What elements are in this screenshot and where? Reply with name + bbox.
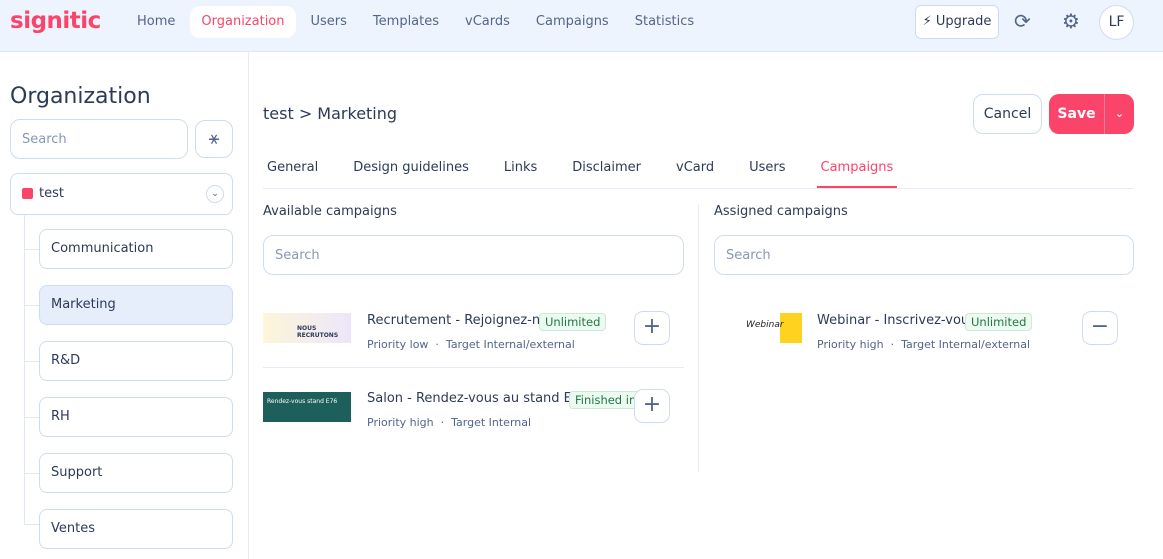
campaign-thumbnail: Rendez-vous stand E76 — [263, 392, 351, 422]
tree-item-marketing[interactable]: Marketing — [39, 285, 233, 325]
campaign-meta: Priority high · Target Internal/external — [817, 338, 1031, 351]
tab-users[interactable]: Users — [745, 150, 789, 188]
lightning-icon: ⚡ — [922, 14, 932, 29]
campaign-thumbnail: Webinar — [714, 313, 802, 343]
campaign-title: Webinar - Inscrivez-vous — [817, 313, 976, 328]
nav-users[interactable]: Users — [300, 6, 358, 38]
available-campaigns-title: Available campaigns — [263, 204, 397, 219]
upgrade-button[interactable]: ⚡ Upgrade — [915, 5, 999, 39]
add-campaign-button[interactable]: + — [634, 311, 670, 345]
assigned-campaigns-title: Assigned campaigns — [714, 204, 848, 219]
signitic-logo[interactable]: signitic — [10, 8, 101, 34]
column-divider — [698, 204, 699, 472]
collapse-all-icon[interactable]: ⚹ — [195, 120, 233, 158]
tree-connector — [24, 305, 39, 306]
gear-icon[interactable]: ⚙ — [1062, 9, 1080, 33]
tab-vcard[interactable]: vCard — [672, 150, 718, 188]
save-button[interactable]: Save ⌄ — [1049, 94, 1134, 134]
tab-disclaimer[interactable]: Disclaimer — [568, 150, 645, 188]
tree-connector — [24, 524, 39, 525]
tree-item-rh[interactable]: RH — [39, 397, 233, 437]
status-badge: Unlimited — [539, 313, 607, 331]
campaign-title: Salon - Rendez-vous au stand E76 — [367, 391, 589, 406]
save-label[interactable]: Save — [1049, 94, 1105, 134]
breadcrumb: test > Marketing — [263, 104, 398, 123]
nav-home[interactable]: Home — [126, 6, 186, 38]
chevron-down-icon[interactable]: ⌄ — [1105, 94, 1134, 134]
top-header: signitic Home Organization Users Templat… — [0, 0, 1163, 52]
tree-root-test[interactable]: test ⌄ — [10, 173, 233, 215]
tree-item-communication[interactable]: Communication — [39, 229, 233, 269]
sidebar-title: Organization — [10, 84, 151, 109]
main-nav: Home Organization Users Templates vCards… — [126, 6, 705, 38]
tree-line — [24, 214, 25, 524]
tree-connector — [24, 249, 39, 250]
campaign-title: Recrutement - Rejoignez-n... — [367, 313, 553, 328]
tree-connector — [24, 473, 39, 474]
chevron-down-icon[interactable]: ⌄ — [206, 185, 224, 203]
add-campaign-button[interactable]: + — [634, 389, 670, 423]
nav-templates[interactable]: Templates — [362, 6, 450, 38]
nav-campaigns[interactable]: Campaigns — [525, 6, 620, 38]
tab-links[interactable]: Links — [500, 150, 541, 188]
remove-campaign-button[interactable]: − — [1082, 311, 1118, 345]
nav-vcards[interactable]: vCards — [454, 6, 521, 38]
sidebar-search-input[interactable]: Search — [10, 119, 188, 159]
sync-icon[interactable]: ⟳ — [1014, 9, 1031, 33]
status-badge: Unlimited — [965, 313, 1033, 331]
tree-connector — [24, 361, 39, 362]
nav-statistics[interactable]: Statistics — [624, 6, 705, 38]
cancel-button[interactable]: Cancel — [973, 94, 1042, 134]
tab-campaigns[interactable]: Campaigns — [816, 150, 898, 188]
campaign-meta: Priority low · Target Internal/external — [367, 338, 575, 351]
divider — [263, 367, 684, 368]
tree-connector — [24, 417, 39, 418]
available-search-input[interactable]: Search — [263, 235, 684, 275]
tab-general[interactable]: General — [263, 150, 322, 188]
color-square-icon — [22, 188, 33, 199]
tree-item-support[interactable]: Support — [39, 453, 233, 493]
tab-design-guidelines[interactable]: Design guidelines — [349, 150, 473, 188]
tree-item-rd[interactable]: R&D — [39, 341, 233, 381]
avatar[interactable]: LF — [1099, 5, 1134, 40]
nav-organization[interactable]: Organization — [190, 6, 296, 38]
campaign-thumbnail: NOUS RECRUTONS — [263, 313, 351, 343]
campaign-meta: Priority high · Target Internal — [367, 416, 532, 429]
tree-item-ventes[interactable]: Ventes — [39, 509, 233, 549]
assigned-search-input[interactable]: Search — [714, 235, 1134, 275]
tabs: General Design guidelines Links Disclaim… — [263, 150, 1134, 189]
